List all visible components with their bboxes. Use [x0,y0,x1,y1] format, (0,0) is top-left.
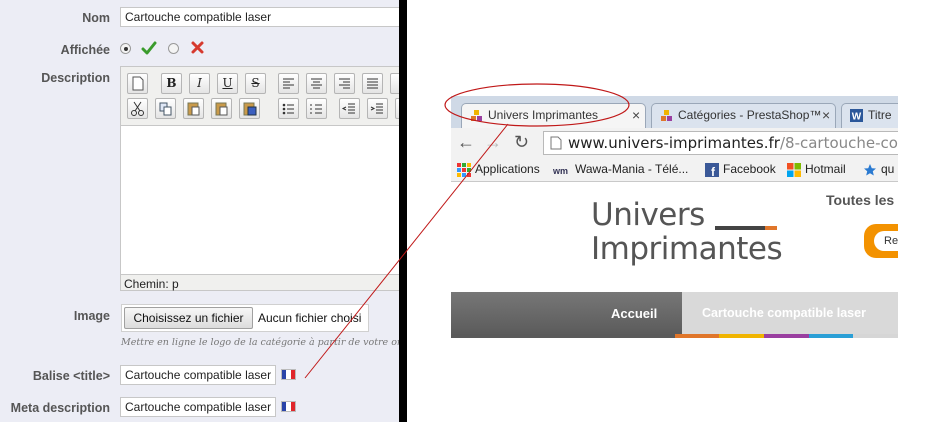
tab-titre[interactable]: W Titre [841,103,898,128]
prestashop-favicon-icon [661,110,672,121]
back-arrow-icon[interactable]: ← [457,132,475,152]
bookmark-star[interactable]: qu [863,162,894,176]
bookmark-label: Hotmail [805,162,846,176]
paste-text-icon[interactable] [211,98,232,119]
affichee-no-radio[interactable] [168,43,179,54]
balise-title-input[interactable]: Cartouche compatible laser [120,365,276,385]
reload-icon[interactable]: ↻ [514,132,529,152]
affichee-label: Affichée [60,43,110,57]
svg-text:wm: wm [553,166,568,176]
site-logo[interactable]: Univers Imprimantes [591,197,783,270]
bookmarks-bar: Applications wm Wawa-Mania - Télé... f F… [451,158,898,182]
univers-favicon-icon [471,110,482,121]
logo-underline [715,226,765,230]
nav-active-label: Cartouche compatible laser [702,306,866,320]
logo-accent [765,226,777,230]
facebook-icon: f [705,163,719,177]
nom-input[interactable]: Cartouche compatible laser [120,7,400,27]
nav-item-cartouche-compatible-laser[interactable]: Cartouche compatible laser [682,292,898,336]
logo-line2: Imprimantes [591,231,783,267]
paste-word-icon[interactable] [239,98,260,119]
strikethrough-button[interactable]: S [245,73,266,94]
page-icon [550,136,562,150]
new-document-icon[interactable] [127,73,148,94]
image-label: Image [73,309,110,323]
tab-univers-imprimantes[interactable]: Univers Imprimantes × [461,103,646,128]
word-favicon-icon: W [850,109,863,122]
align-center-icon[interactable] [306,73,327,94]
logo-line1: Univers [591,197,705,233]
nav-color-stripe [451,334,898,338]
close-tab-icon[interactable]: × [632,104,640,127]
header-button-label: Re [874,231,898,251]
tab-title: Titre [868,108,892,122]
french-flag-icon[interactable] [281,369,296,380]
check-icon [141,41,157,55]
rich-text-editor: B I U S Chemin: p [120,66,400,291]
paste-icon[interactable] [183,98,204,119]
meta-description-label: Meta description [10,401,110,415]
italic-button[interactable]: I [189,73,210,94]
header-text: Toutes les [826,192,895,208]
tab-title: Catégories - PrestaShop™ [678,108,822,122]
wawa-icon: wm [553,166,568,176]
numbered-list-icon[interactable] [306,98,327,119]
browser-window: Univers Imprimantes × Catégories - Prest… [451,96,898,338]
align-justify-icon[interactable] [362,73,383,94]
screenshot: Nom Cartouche compatible laser Affichée … [0,0,951,422]
align-right-icon[interactable] [334,73,355,94]
bookmark-label: Wawa-Mania - Télé... [575,162,689,176]
bookmark-applications[interactable]: Applications [457,162,540,177]
browser-toolbar: ← → ↻ www.univers-imprimantes.fr/8-carto… [451,128,898,158]
bookmark-label: qu [881,162,895,176]
url-host: www.univers-imprimantes.fr [568,134,780,152]
main-navigation: Accueil Cartouche compatible laser [451,292,898,336]
balise-title-label: Balise <title> [32,369,110,383]
choose-file-button[interactable]: Choisissez un fichier [124,307,253,329]
underline-button[interactable]: U [217,73,238,94]
indent-icon[interactable] [367,98,388,119]
french-flag-icon[interactable] [281,401,296,412]
nom-label: Nom [82,11,110,25]
nav-item-accueil[interactable]: Accueil [611,306,657,321]
star-icon [864,164,876,176]
image-hint: Mettre en ligne le logo de la catégorie … [121,337,400,348]
header-orange-button[interactable]: Re [864,224,898,258]
meta-description-input[interactable]: Cartouche compatible laser [120,397,276,417]
bold-button[interactable]: B [161,73,182,94]
bookmark-label: Facebook [723,162,776,176]
affichee-yes-radio[interactable] [120,43,131,54]
bookmark-label: Applications [475,162,540,176]
outdent-icon[interactable] [339,98,360,119]
bullet-list-icon[interactable] [278,98,299,119]
website-content: Univers Imprimantes Toutes les Re Accuei… [451,182,898,338]
bookmark-facebook[interactable]: f Facebook [705,162,776,177]
divider-bar [399,0,407,422]
no-file-chosen-text: Aucun fichier choisi [258,311,362,325]
address-bar[interactable]: www.univers-imprimantes.fr/8-cartouche-c… [543,131,898,155]
tab-strip: Univers Imprimantes × Catégories - Prest… [451,96,898,128]
cross-icon [191,41,204,54]
cut-icon[interactable] [127,98,148,119]
copy-icon[interactable] [155,98,176,119]
align-left-icon[interactable] [278,73,299,94]
bookmark-wawa-mania[interactable]: wm Wawa-Mania - Télé... [553,162,688,176]
description-label: Description [41,71,110,85]
tab-categories-prestashop[interactable]: Catégories - PrestaShop™ × [651,103,836,128]
tab-title: Univers Imprimantes [488,108,599,122]
bookmark-hotmail[interactable]: Hotmail [787,162,846,177]
editor-path: Chemin: p [124,277,179,291]
url-path: /8-cartouche-compatible-laser [779,134,898,152]
editor-content-area[interactable] [121,125,400,275]
apps-grid-icon [457,163,471,177]
svg-text:W: W [852,112,862,123]
category-form-panel: Nom Cartouche compatible laser Affichée … [0,0,400,422]
windows-icon [787,163,801,177]
close-tab-icon[interactable]: × [822,104,830,127]
forward-arrow-icon[interactable]: → [484,132,502,152]
